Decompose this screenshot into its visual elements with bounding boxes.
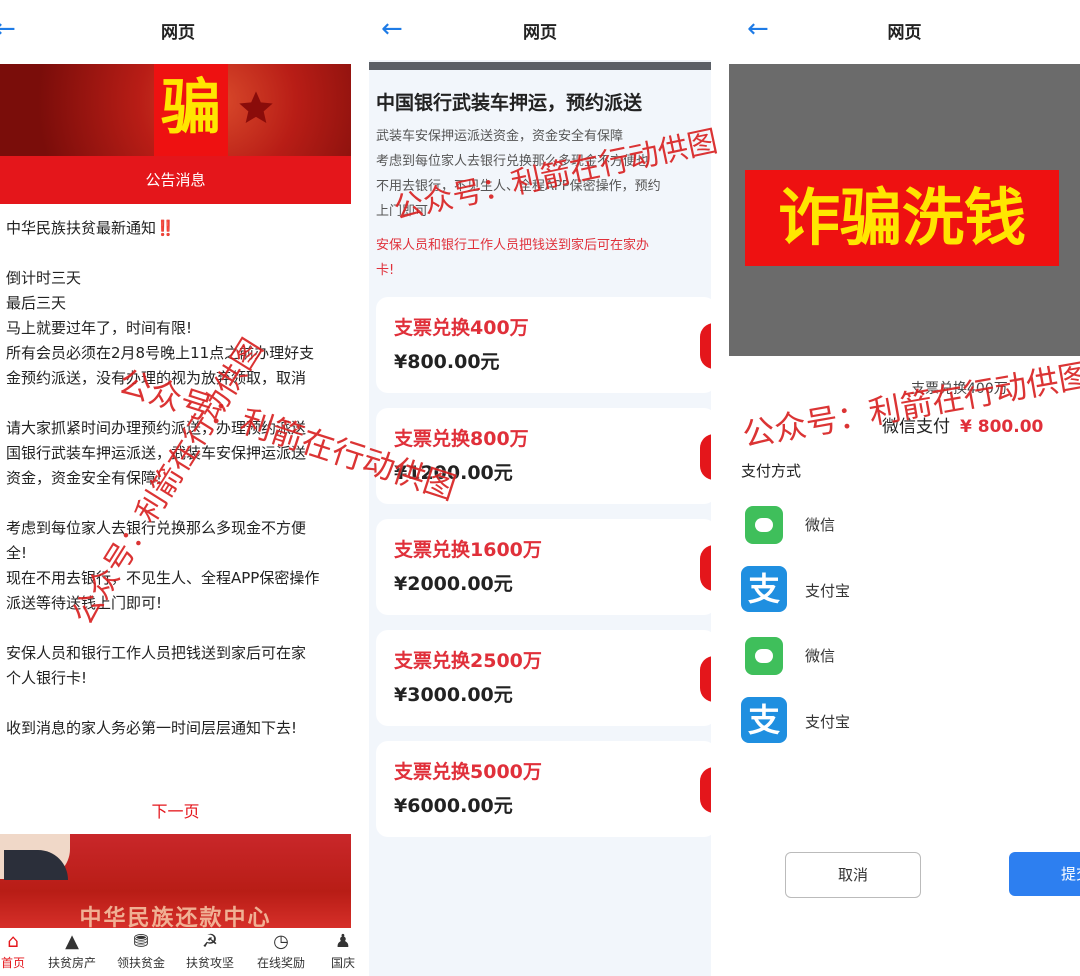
double-exclamation-icon: ‼️ (156, 219, 175, 237)
header-photo (369, 62, 711, 70)
payment-option-wechat[interactable]: 微信 (741, 504, 1071, 552)
house-icon: ▲ (65, 931, 79, 952)
announcement-text: 中华民族扶贫最新通知‼️ 倒计时三天 最后三天 马上就要过年了，时间有限! 所有… (6, 216, 356, 741)
panel-announcement: ← 网页 骗 公告消息 中华民族扶贫最新通知‼️ 倒计时三天 最后三天 马上就要… (0, 0, 356, 976)
article-line: 马上就要过年了，时间有限! (6, 319, 193, 337)
payment-option-label: 微信 (805, 647, 836, 665)
payment-option-label: 支付宝 (805, 713, 851, 731)
panel-payment: ← 网页 诈骗洗钱 支票兑换400万 微信支付 ¥ 800.00 支付方式 微信 … (729, 0, 1080, 976)
payment-option-wechat[interactable]: 微信 (741, 635, 1071, 683)
article-line: 收到消息的家人务必第一时间层层通知下去! (6, 719, 298, 737)
panel-product-list: ← 网页 中国银行武装车押运，预约派送 武装车安保押运派送资金，资金安全有保障 … (369, 0, 711, 976)
wechat-icon (745, 637, 783, 675)
article-line: 请大家抓紧时间办理预约派送，办理预约派送 (6, 419, 307, 437)
product-card[interactable]: 支票兑换400万 ¥800.00元 (376, 297, 711, 393)
product-price: ¥6000.00元 (394, 795, 513, 817)
bottom-tab-bar: ⌂ 首页 ▲ 扶贫房产 ⛃ 领扶贫金 ☭ 扶贫攻坚 ◷ 在线奖励 ♟ 国庆 (0, 928, 355, 976)
desc-line: 考虑到每位家人去银行兑换那么多现金不方便也 (376, 154, 650, 169)
page-title: 网页 (523, 23, 557, 43)
coins-icon: ⛃ (133, 931, 149, 952)
article-line: 最后三天 (6, 294, 67, 312)
payment-option-alipay[interactable]: 支 支付宝 (741, 697, 1071, 745)
section-description: 武装车安保押运派送资金，资金安全有保障 考虑到每位家人去银行兑换那么多现金不方便… (376, 124, 711, 224)
order-item: 支票兑换400万 (911, 381, 1008, 397)
article-line: 倒计时三天 (6, 269, 82, 287)
payment-option-label: 微信 (805, 516, 836, 534)
product-title: 支票兑换2500万 (394, 650, 542, 672)
article-line: 现在不用去银行，不见生人、全程APP保密操作 (6, 569, 320, 587)
submit-button[interactable]: 提交 (1009, 852, 1080, 896)
section-warning: 安保人员和银行工作人员把钱送到家后可在家办 卡! (376, 233, 711, 283)
user-icon: ♟ (334, 931, 352, 952)
desc-line: 不用去银行，不见生人、全程APP保密操作，预约 (376, 179, 661, 194)
product-price: ¥3000.00元 (394, 684, 513, 706)
scam-stamp: 骗 (154, 64, 228, 156)
top-bar: ← 网页 (729, 0, 1080, 60)
product-title: 支票兑换5000万 (394, 761, 542, 783)
buy-button[interactable] (700, 545, 711, 591)
article-line: 考虑到每位家人去银行兑换那么多现金不方便 (6, 519, 307, 537)
tab-poverty-funds[interactable]: ⛃ 领扶贫金 (106, 928, 176, 976)
wechat-icon (745, 506, 783, 544)
next-page-button[interactable]: 下一页 (0, 790, 351, 834)
page-title: 网页 (161, 23, 195, 43)
product-card[interactable]: 支票兑换5000万 ¥6000.00元 (376, 741, 711, 837)
payment-label: 微信支付 (882, 417, 950, 437)
section-heading: 中国银行武装车押运，预约派送 (376, 92, 643, 114)
article-line: 安保人员和银行工作人员把钱送到家后可在家 (6, 644, 307, 662)
payment-option-alipay[interactable]: 支 支付宝 (741, 566, 1071, 614)
top-bar: ← 网页 (0, 0, 356, 60)
article-line: 派送等待送钱上门即可! (6, 594, 163, 612)
top-bar: ← 网页 (369, 0, 711, 60)
tab-poverty-campaign[interactable]: ☭ 扶贫攻坚 (175, 928, 245, 976)
notice-label: 公告消息 (0, 156, 351, 204)
product-card[interactable]: 支票兑换800万 ¥1200.00元 (376, 408, 711, 504)
warning-line: 卡! (376, 263, 395, 278)
article-line: 国银行武装车押运派送，武装车安保押运派送 (6, 444, 307, 462)
tab-national-day[interactable]: ♟ 国庆 (308, 928, 356, 976)
tab-poverty-housing[interactable]: ▲ 扶贫房产 (37, 928, 107, 976)
article-line: 个人银行卡! (6, 669, 88, 687)
article-line: 所有会员必须在2月8号晚上11点之前办理好支 (6, 344, 315, 362)
article-line: 资金，资金安全有保障! (6, 469, 163, 487)
article-line: 金预约派送，没有办理的视为放弃领取，取消 (6, 369, 307, 387)
product-card[interactable]: 支票兑换2500万 ¥3000.00元 (376, 630, 711, 726)
desc-line: 上门即可 (376, 204, 429, 219)
product-title: 支票兑换1600万 (394, 539, 542, 561)
product-title: 支票兑换800万 (394, 428, 529, 450)
star-icon (239, 91, 273, 123)
product-title: 支票兑换400万 (394, 317, 529, 339)
clock-icon: ◷ (273, 931, 289, 952)
page-title: 网页 (887, 23, 922, 43)
emblem-icon: ☭ (201, 931, 219, 952)
product-price: ¥800.00元 (394, 351, 500, 373)
alipay-icon: 支 (741, 697, 787, 743)
alipay-icon: 支 (741, 566, 787, 612)
buy-button[interactable] (700, 323, 711, 369)
buy-button[interactable] (700, 767, 711, 813)
scam-label: 诈骗洗钱 (745, 170, 1059, 266)
buy-button[interactable] (700, 656, 711, 702)
cancel-button[interactable]: 取消 (785, 852, 921, 898)
article-line: 中华民族扶贫最新通知‼️ (6, 219, 175, 237)
product-price: ¥2000.00元 (394, 573, 513, 595)
desc-line: 武装车安保押运派送资金，资金安全有保障 (376, 129, 624, 144)
product-price: ¥1200.00元 (394, 462, 513, 484)
warning-line: 安保人员和银行工作人员把钱送到家后可在家办 (376, 238, 650, 253)
payment-summary: 微信支付 ¥ 800.00 (882, 412, 1043, 437)
payment-method-label: 支付方式 (741, 462, 802, 480)
product-card[interactable]: 支票兑换1600万 ¥2000.00元 (376, 519, 711, 615)
tab-online-rewards[interactable]: ◷ 在线奖励 (246, 928, 316, 976)
payment-amount: ¥ 800.00 (960, 417, 1044, 437)
buy-button[interactable] (700, 434, 711, 480)
home-icon: ⌂ (7, 931, 19, 952)
payment-option-label: 支付宝 (805, 582, 851, 600)
article-line: 全! (6, 544, 28, 562)
